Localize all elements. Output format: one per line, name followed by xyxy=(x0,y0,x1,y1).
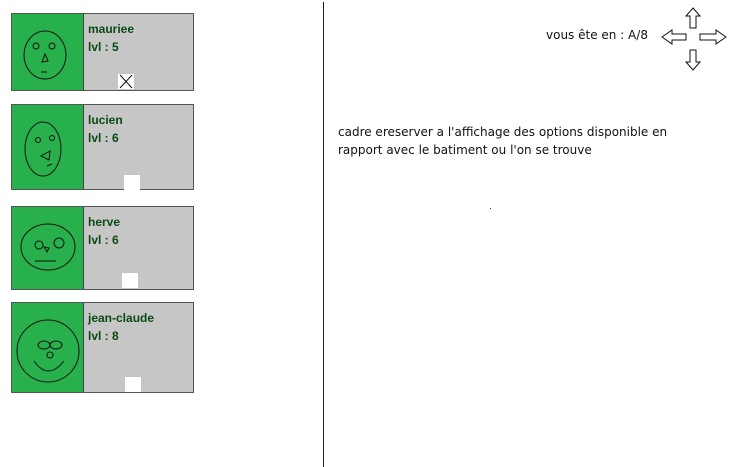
arrow-down-icon[interactable] xyxy=(684,49,702,71)
party-member-card[interactable]: mauriee lvl : 5 xyxy=(11,13,194,91)
character-portrait xyxy=(12,207,84,289)
character-portrait xyxy=(12,14,84,90)
member-name: lucien xyxy=(88,113,123,127)
vertical-divider xyxy=(323,2,324,467)
oval-face-icon xyxy=(24,121,62,177)
smiling-face-icon xyxy=(16,319,80,383)
dot-marker xyxy=(490,208,491,209)
member-level: lvl : 5 xyxy=(88,40,119,54)
empty-slot[interactable] xyxy=(122,273,138,288)
member-level: lvl : 6 xyxy=(88,131,119,145)
arrow-right-icon[interactable] xyxy=(699,29,727,45)
member-name: mauriee xyxy=(88,22,135,36)
member-level: lvl : 8 xyxy=(88,329,119,343)
character-portrait xyxy=(12,303,84,392)
member-name: herve xyxy=(88,215,121,229)
happy-face-icon xyxy=(23,30,67,80)
wide-face-icon xyxy=(20,223,76,271)
party-member-card[interactable]: lucien lvl : 6 xyxy=(11,104,194,190)
four-direction-arrows-icon xyxy=(661,7,727,71)
empty-slot[interactable] xyxy=(125,377,141,392)
empty-slot[interactable] xyxy=(124,175,140,190)
character-portrait xyxy=(12,105,84,189)
party-member-card[interactable]: herve lvl : 6 xyxy=(11,206,194,290)
close-x-icon[interactable] xyxy=(118,74,134,89)
location-indicator: vous ête en : A/8 xyxy=(546,28,648,42)
member-name: jean-claude xyxy=(88,311,155,325)
party-member-card[interactable]: jean-claude lvl : 8 xyxy=(11,302,194,393)
arrow-up-icon[interactable] xyxy=(684,7,702,29)
member-level: lvl : 6 xyxy=(88,233,119,247)
options-panel-text: cadre ereserver a l'affichage des option… xyxy=(338,125,668,157)
arrow-left-icon[interactable] xyxy=(661,29,687,45)
